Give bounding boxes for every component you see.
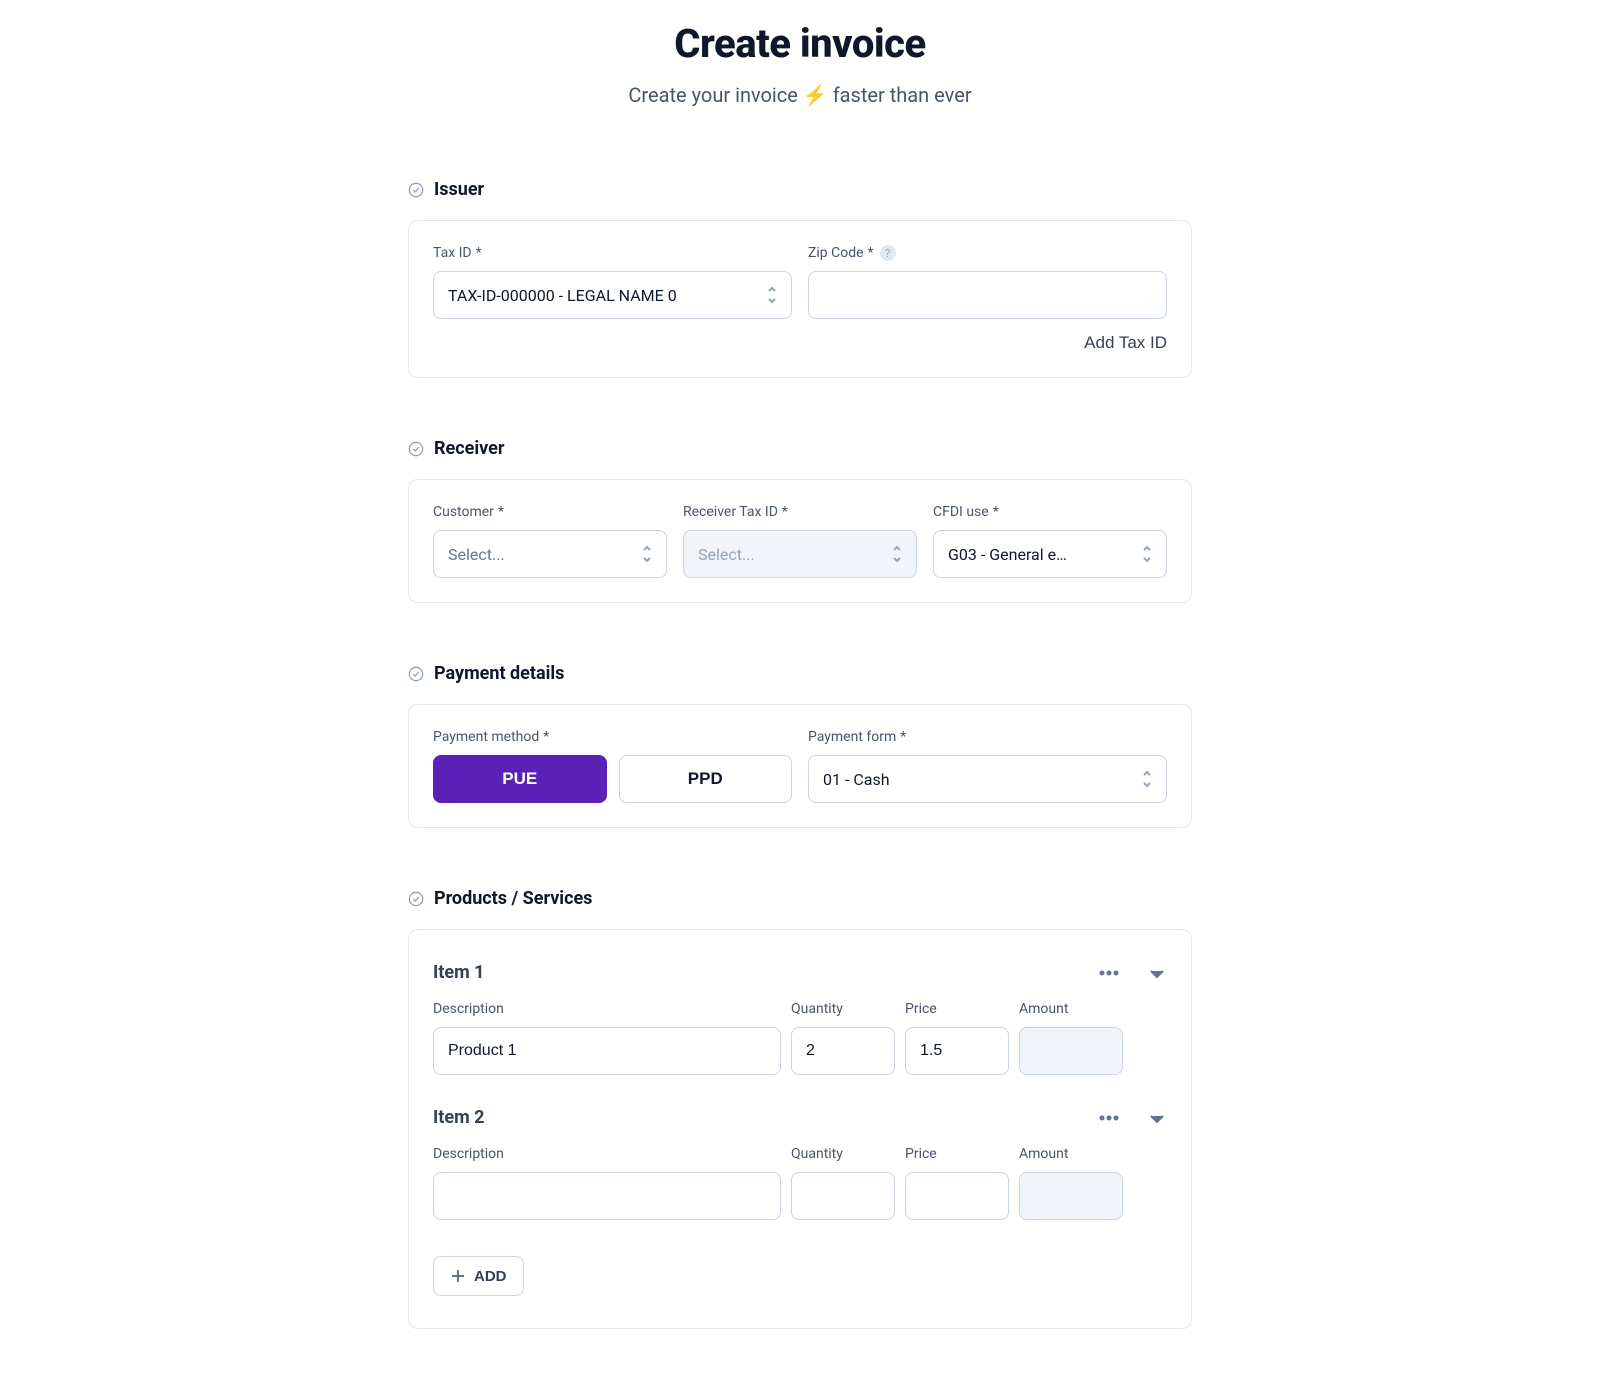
label-description: Description (433, 1001, 781, 1017)
label-customer: Customer* (433, 504, 667, 520)
item-title: Item 1 (433, 962, 484, 983)
receiver-tax-id-select: Select... (683, 530, 917, 578)
customer-select[interactable]: Select... (433, 530, 667, 578)
item-quantity-input[interactable] (791, 1172, 895, 1220)
item-amount-output (1019, 1172, 1123, 1220)
more-icon[interactable] (1099, 1108, 1119, 1128)
zip-code-input[interactable] (808, 271, 1167, 319)
check-circle-icon (408, 182, 424, 198)
label-quantity: Quantity (791, 1001, 895, 1017)
label-amount: Amount (1019, 1001, 1123, 1017)
payment-card: Payment method* PUE PPD Payment form* 01… (408, 704, 1192, 828)
label-payment-form: Payment form* (808, 729, 1167, 745)
add-item-button[interactable]: ADD (433, 1256, 524, 1296)
label-zip-code: Zip Code* ? (808, 245, 1167, 261)
section-title-products: Products / Services (434, 888, 592, 909)
products-card: Item 1 Description Quantity Price (408, 929, 1192, 1329)
cfdi-use-select[interactable]: G03 - General e… (933, 530, 1167, 578)
plus-icon (450, 1268, 466, 1284)
chevron-down-icon[interactable] (1147, 1108, 1167, 1128)
page-subtitle: Create your invoice ⚡ faster than ever (408, 83, 1192, 107)
chevron-down-icon[interactable] (1147, 963, 1167, 983)
item-description-input[interactable] (433, 1172, 781, 1220)
payment-method-ppd[interactable]: PPD (619, 755, 793, 803)
item-header: Item 2 (433, 1107, 1167, 1128)
section-title-issuer: Issuer (434, 179, 484, 200)
receiver-card: Customer* Select... Receiver Tax ID* Sel… (408, 479, 1192, 603)
label-cfdi-use: CFDI use* (933, 504, 1167, 520)
item-header: Item 1 (433, 962, 1167, 983)
page-title: Create invoice (408, 20, 1192, 67)
section-header-products: Products / Services (408, 888, 1192, 909)
section-header-receiver: Receiver (408, 438, 1192, 459)
tax-id-select[interactable]: TAX-ID-000000 - LEGAL NAME 0 (433, 271, 792, 319)
payment-method-pue[interactable]: PUE (433, 755, 607, 803)
section-header-issuer: Issuer (408, 179, 1192, 200)
section-title-payment: Payment details (434, 663, 564, 684)
more-icon[interactable] (1099, 963, 1119, 983)
payment-form-select[interactable]: 01 - Cash (808, 755, 1167, 803)
check-circle-icon (408, 666, 424, 682)
label-receiver-tax-id: Receiver Tax ID* (683, 504, 917, 520)
payment-method-toggle: PUE PPD (433, 755, 792, 803)
item-price-input[interactable] (905, 1172, 1009, 1220)
check-circle-icon (408, 441, 424, 457)
help-icon[interactable]: ? (880, 245, 896, 261)
issuer-card: Tax ID* TAX-ID-000000 - LEGAL NAME 0 Zip… (408, 220, 1192, 378)
add-tax-id-button[interactable]: Add Tax ID (1084, 333, 1167, 353)
item-description-input[interactable] (433, 1027, 781, 1075)
label-price: Price (905, 1146, 1009, 1162)
check-circle-icon (408, 891, 424, 907)
item-price-input[interactable] (905, 1027, 1009, 1075)
section-header-payment: Payment details (408, 663, 1192, 684)
label-price: Price (905, 1001, 1009, 1017)
label-description: Description (433, 1146, 781, 1162)
item-title: Item 2 (433, 1107, 484, 1128)
label-payment-method: Payment method* (433, 729, 792, 745)
item-amount-output (1019, 1027, 1123, 1075)
label-tax-id: Tax ID* (433, 245, 792, 261)
label-quantity: Quantity (791, 1146, 895, 1162)
section-title-receiver: Receiver (434, 438, 504, 459)
item-quantity-input[interactable] (791, 1027, 895, 1075)
label-amount: Amount (1019, 1146, 1123, 1162)
